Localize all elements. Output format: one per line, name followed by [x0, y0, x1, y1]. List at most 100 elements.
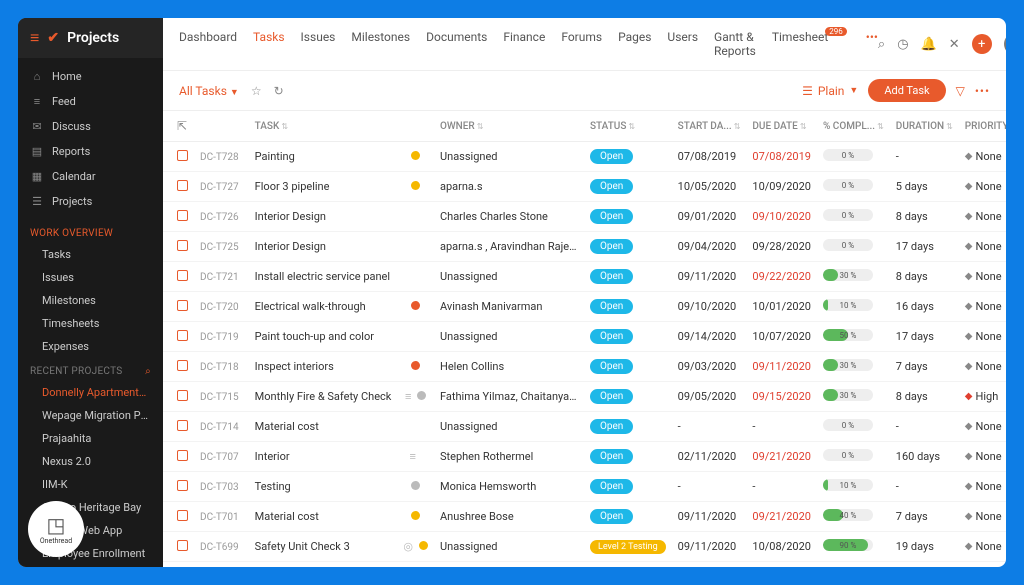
sidebar-item-feed[interactable]: ≡Feed	[18, 89, 163, 114]
priority-icon: ◆	[965, 511, 973, 522]
checkbox[interactable]	[177, 300, 188, 311]
status-badge[interactable]: Open	[590, 299, 633, 314]
search-icon[interactable]: ⌕	[878, 37, 885, 52]
tab-timesheet[interactable]: Timesheet296	[772, 26, 850, 62]
sidebar-item-projects[interactable]: ☰Projects	[18, 189, 163, 214]
checkbox[interactable]	[177, 210, 188, 221]
status-badge[interactable]: Open	[590, 449, 633, 464]
column-header[interactable]: START DA...⇅	[672, 111, 747, 142]
status-badge[interactable]: Open	[590, 269, 633, 284]
table-row[interactable]: DC-T715 Monthly Fire & Safety Check ≡ Fa…	[163, 382, 1006, 412]
status-badge[interactable]: Open	[590, 479, 633, 494]
recent-project[interactable]: IIM-K	[18, 473, 163, 496]
checkbox[interactable]	[177, 330, 188, 341]
tabs-more[interactable]: •••	[866, 26, 878, 62]
checkbox[interactable]	[177, 540, 188, 551]
more-icon[interactable]: •••	[975, 84, 990, 98]
table-row[interactable]: DC-T703 Testing Monica Hemsworth Open - …	[163, 472, 1006, 502]
sidebar-item-milestones[interactable]: Milestones	[18, 289, 163, 312]
status-badge[interactable]: Open	[590, 419, 633, 434]
table-row[interactable]: DC-T714 Material cost Unassigned Open - …	[163, 412, 1006, 442]
table-row[interactable]: DC-T698 Demo01 Unassigned Open - - 10 % …	[163, 562, 1006, 568]
checkbox[interactable]	[177, 240, 188, 251]
sidebar-item-timesheets[interactable]: Timesheets	[18, 312, 163, 335]
table-row[interactable]: DC-T720 Electrical walk-through Avinash …	[163, 292, 1006, 322]
tab-forums[interactable]: Forums	[561, 26, 602, 62]
star-icon[interactable]: ☆	[251, 84, 262, 98]
tools-icon[interactable]: ✕	[949, 37, 960, 52]
table-row[interactable]: DC-T725 Interior Design aparna.s , Aravi…	[163, 232, 1006, 262]
table-row[interactable]: DC-T718 Inspect interiors Helen Collins …	[163, 352, 1006, 382]
add-button[interactable]: +	[972, 34, 992, 54]
checkbox[interactable]	[177, 270, 188, 281]
sidebar-item-home[interactable]: ⌂Home	[18, 64, 163, 89]
column-header[interactable]: DUE DATE⇅	[746, 111, 817, 142]
menu-icon[interactable]: ≡	[30, 28, 39, 48]
recent-project[interactable]: Wepage Migration Pha	[18, 404, 163, 427]
column-header[interactable]: STATUS⇅	[584, 111, 672, 142]
checkbox[interactable]	[177, 150, 188, 161]
column-header[interactable]: TASK⇅	[249, 111, 398, 142]
tab-tasks[interactable]: Tasks	[253, 26, 285, 62]
tab-finance[interactable]: Finance	[503, 26, 545, 62]
table-row[interactable]: DC-T701 Material cost Anushree Bose Open…	[163, 502, 1006, 532]
recent-project[interactable]: Prajaahita	[18, 427, 163, 450]
tab-users[interactable]: Users	[667, 26, 698, 62]
column-header[interactable]: OWNER⇅	[434, 111, 584, 142]
sidebar-item-calendar[interactable]: ▦Calendar	[18, 164, 163, 189]
recent-project[interactable]: Nexus 2.0	[18, 450, 163, 473]
status-badge[interactable]: Open	[590, 389, 633, 404]
tab-dashboard[interactable]: Dashboard	[179, 26, 237, 62]
status-badge[interactable]: Level 2 Testing	[590, 540, 666, 554]
status-badge[interactable]: Open	[590, 149, 633, 164]
table-row[interactable]: DC-T726 Interior Design Charles Charles …	[163, 202, 1006, 232]
tab-gantt-reports[interactable]: Gantt & Reports	[714, 26, 756, 62]
tab-pages[interactable]: Pages	[618, 26, 651, 62]
checkbox[interactable]	[177, 510, 188, 521]
column-header[interactable]: DURATION⇅	[890, 111, 959, 142]
checkbox[interactable]	[177, 450, 188, 461]
tab-issues[interactable]: Issues	[301, 26, 336, 62]
view-plain-button[interactable]: ☰ Plain ▼	[802, 84, 858, 98]
column-header[interactable]: PRIORITY⇅	[959, 111, 1006, 142]
status-badge[interactable]: Open	[590, 509, 633, 524]
search-icon[interactable]: ⌕	[145, 366, 151, 377]
status-badge[interactable]: Open	[590, 359, 633, 374]
tab-milestones[interactable]: Milestones	[351, 26, 410, 62]
owner: Monica Hemsworth	[434, 472, 584, 502]
table-row[interactable]: DC-T707 Interior ≡ Stephen Rothermel Ope…	[163, 442, 1006, 472]
sidebar-item-discuss[interactable]: ✉Discuss	[18, 114, 163, 139]
hierarchy-header[interactable]: ⇱	[163, 111, 194, 142]
status-badge[interactable]: Open	[590, 239, 633, 254]
checkbox[interactable]	[177, 180, 188, 191]
table-row[interactable]: DC-T699 Safety Unit Check 3 ◎ Unassigned…	[163, 532, 1006, 562]
tab-documents[interactable]: Documents	[426, 26, 487, 62]
sidebar-item-tasks[interactable]: Tasks	[18, 243, 163, 266]
status-badge[interactable]: Open	[590, 209, 633, 224]
recent-project[interactable]: Zylker airlines mobile a	[18, 565, 163, 567]
sidebar-item-issues[interactable]: Issues	[18, 266, 163, 289]
checkbox[interactable]	[177, 420, 188, 431]
table-row[interactable]: DC-T728 Painting Unassigned Open 07/08/2…	[163, 142, 1006, 172]
clock-icon[interactable]: ◷	[897, 37, 908, 52]
table-row[interactable]: DC-T721 Install electric service panel U…	[163, 262, 1006, 292]
column-header[interactable]: % COMPL...⇅	[817, 111, 890, 142]
checkbox[interactable]	[177, 390, 188, 401]
checkbox[interactable]	[177, 480, 188, 491]
recent-project[interactable]: Donnelly Apartments C	[18, 381, 163, 404]
table-row[interactable]: DC-T719 Paint touch-up and color Unassig…	[163, 322, 1006, 352]
sidebar-item-reports[interactable]: ▤Reports	[18, 139, 163, 164]
status-badge[interactable]: Open	[590, 329, 633, 344]
filter-dropdown[interactable]: All Tasks ▼	[179, 84, 239, 98]
checkbox[interactable]	[177, 360, 188, 371]
refresh-icon[interactable]: ↻	[274, 84, 284, 98]
duration: 16 days	[890, 292, 959, 322]
bell-icon[interactable]: 🔔	[921, 37, 937, 52]
status-badge[interactable]: Open	[590, 179, 633, 194]
sidebar-item-expenses[interactable]: Expenses	[18, 335, 163, 358]
filter-icon[interactable]: ▽	[956, 84, 965, 98]
column-header[interactable]	[397, 111, 434, 142]
avatar[interactable]	[1004, 33, 1006, 55]
table-row[interactable]: DC-T727 Floor 3 pipeline aparna.s Open 1…	[163, 172, 1006, 202]
add-task-button[interactable]: Add Task	[868, 79, 945, 102]
